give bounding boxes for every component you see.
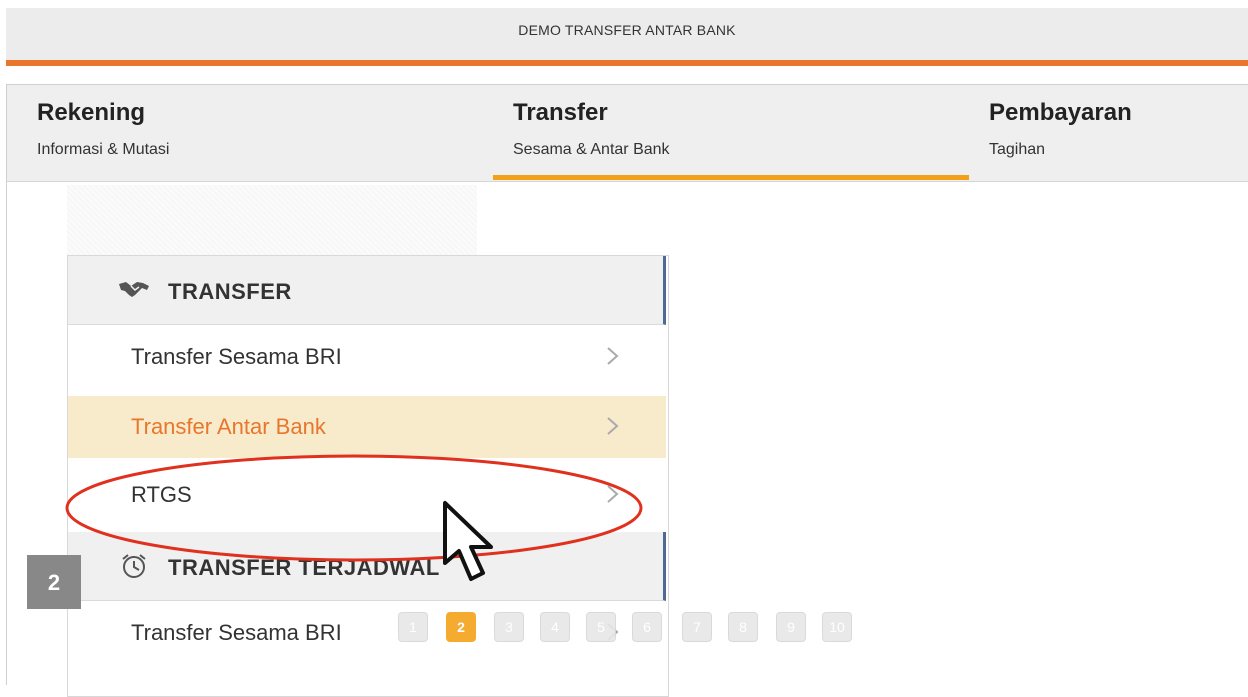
menu-item-label: Transfer Sesama BRI [131,620,342,645]
top-nav: Rekening Informasi & Mutasi Transfer Ses… [7,85,1248,182]
menu-item-terjadwal-transfer-sesama-bri[interactable]: Transfer Sesama BRI [68,602,666,664]
page-2-button[interactable]: 2 [446,612,476,642]
tab-subtitle: Sesama & Antar Bank [513,141,670,158]
app-frame: Rekening Informasi & Mutasi Transfer Ses… [6,84,1248,697]
tab-pembayaran[interactable]: Pembayaran Tagihan [989,85,1239,181]
page-7-button[interactable]: 7 [682,612,712,642]
tab-subtitle: Tagihan [989,141,1046,158]
active-tab-indicator [493,175,969,180]
section-title: TRANSFER [168,279,292,304]
highlight-annotation [65,454,643,562]
background-shade [67,185,477,255]
menu-item-transfer-sesama-bri[interactable]: Transfer Sesama BRI [68,326,666,388]
chevron-right-icon [607,417,619,435]
tab-subtitle: Informasi & Mutasi [37,141,170,158]
window-title: DEMO TRANSFER ANTAR BANK [6,8,1248,60]
mouse-pointer-icon [443,501,493,581]
section-header-transfer: TRANSFER [68,256,666,325]
menu-item-transfer-antar-bank[interactable]: Transfer Antar Bank [68,396,666,458]
tab-rekening[interactable]: Rekening Informasi & Mutasi [37,85,337,181]
tab-title: Transfer [513,99,608,126]
page-10-button[interactable]: 10 [822,612,852,642]
chevron-right-icon [607,347,619,365]
page-5-button[interactable]: 5 [586,612,616,642]
menu-item-label: Transfer Sesama BRI [131,344,342,369]
title-divider [6,60,1248,66]
page-4-button[interactable]: 4 [540,612,570,642]
page-6-button[interactable]: 6 [632,612,662,642]
tab-transfer[interactable]: Transfer Sesama & Antar Bank [513,85,813,181]
page-3-button[interactable]: 3 [494,612,524,642]
page-1-button[interactable]: 1 [398,612,428,642]
tab-title: Pembayaran [989,99,1132,126]
page-9-button[interactable]: 9 [776,612,806,642]
handshake-icon [119,282,149,297]
tab-title: Rekening [37,99,146,126]
menu-item-label: Transfer Antar Bank [131,414,326,439]
page-8-button[interactable]: 8 [728,612,758,642]
step-number-badge: 2 [27,555,81,609]
